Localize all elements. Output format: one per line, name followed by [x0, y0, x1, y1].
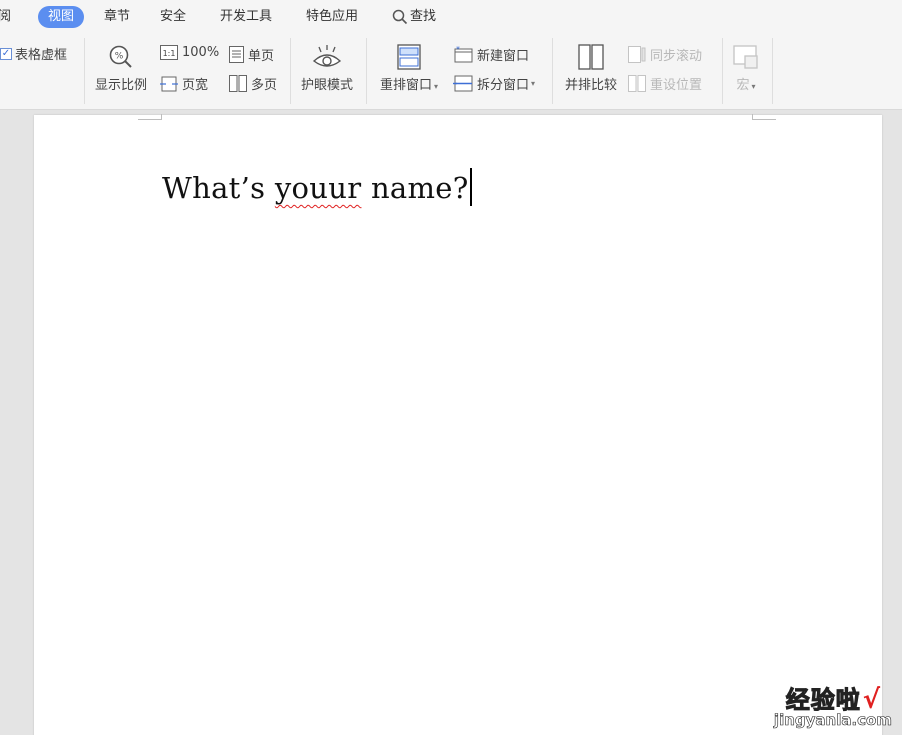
side-by-side-button[interactable]: 并排比较 [560, 44, 622, 93]
sync-scroll-button[interactable]: 同步滚动 [628, 45, 702, 64]
page-width-icon [160, 76, 178, 91]
zoom-100-button[interactable]: 1:1 100% [160, 45, 219, 60]
eye-mode-label: 护眼模式 [300, 78, 353, 93]
margin-corner-mark [752, 114, 776, 120]
watermark-site-text: jingyanla.com [773, 711, 893, 730]
zoom-button[interactable]: % 显示比例 [92, 44, 150, 93]
zoom-label: 显示比例 [94, 78, 147, 93]
document-page[interactable] [34, 115, 882, 735]
multi-page-icon [229, 75, 247, 92]
group-divider [366, 38, 367, 104]
new-window-label: 新建窗口 [477, 49, 530, 64]
zoom-100-label: 100% [182, 45, 220, 60]
split-window-icon [453, 75, 473, 92]
single-page-label: 单页 [248, 49, 275, 64]
table-gridlines-toggle[interactable]: ✓ 表格虚框 [0, 44, 67, 63]
watermark: 经验啦√ jingyanla.com [773, 680, 893, 730]
macro-button[interactable]: 宏 ▾ [728, 44, 764, 93]
sync-scroll-label: 同步滚动 [650, 49, 703, 64]
tab-find[interactable]: 查找 [392, 6, 436, 28]
split-window-button[interactable]: 拆分窗口 ▾ [453, 74, 535, 93]
tab-review[interactable]: 阅 [0, 6, 11, 28]
group-divider [84, 38, 85, 104]
eye-icon [312, 45, 342, 67]
group-divider [552, 38, 553, 104]
multi-page-button[interactable]: 多页 [229, 74, 277, 93]
dropdown-caret-icon[interactable]: ▾ [434, 82, 438, 91]
new-window-button[interactable]: * 新建窗口 [453, 45, 529, 64]
sync-scroll-icon [628, 46, 646, 63]
ribbon: 阅 视图 章节 安全 开发工具 特色应用 查找 ✓ 表格虚框 % 显示比例 1:… [0, 0, 902, 110]
arrange-windows-icon [397, 44, 421, 70]
misspelled-word[interactable]: youur [275, 171, 362, 205]
tab-chapter[interactable]: 章节 [104, 6, 130, 28]
page-width-label: 页宽 [182, 78, 209, 93]
macro-label: 宏 [736, 78, 750, 93]
tab-developer-tools[interactable]: 开发工具 [220, 6, 272, 28]
single-page-icon [229, 46, 244, 63]
group-divider [722, 38, 723, 104]
dropdown-caret-icon[interactable]: ▾ [531, 79, 535, 88]
margin-corner-mark [138, 114, 162, 120]
arrange-windows-label: 重排窗口 [379, 78, 432, 93]
checkbox-checked-icon[interactable]: ✓ [0, 47, 12, 60]
actual-size-icon: 1:1 [160, 45, 178, 60]
text-segment: name? [361, 171, 469, 205]
svg-text:1:1: 1:1 [163, 49, 176, 58]
zoom-magnifier-icon: % [109, 45, 132, 68]
side-by-side-icon [578, 44, 604, 70]
svg-text:%: % [115, 52, 124, 62]
tab-view[interactable]: 视图 [38, 6, 85, 28]
tab-find-label: 查找 [410, 9, 437, 24]
split-window-label: 拆分窗口 [477, 78, 530, 93]
text-cursor [469, 168, 472, 206]
document-text[interactable]: What’s youur name? [162, 168, 472, 206]
tab-special-apps[interactable]: 特色应用 [306, 6, 358, 28]
new-window-icon: * [454, 46, 473, 63]
page-width-button[interactable]: 页宽 [160, 74, 208, 93]
tab-security[interactable]: 安全 [160, 6, 186, 28]
group-divider [772, 38, 773, 104]
reset-position-button[interactable]: 重设位置 [628, 74, 702, 93]
watermark-chinese-text: 经验啦 [785, 686, 861, 715]
table-gridlines-label: 表格虚框 [15, 48, 68, 63]
search-icon [392, 9, 408, 24]
svg-text:*: * [456, 46, 460, 54]
group-divider [290, 38, 291, 104]
reset-position-icon [628, 75, 646, 92]
side-by-side-label: 并排比较 [564, 78, 617, 93]
reset-position-label: 重设位置 [650, 78, 703, 93]
eye-mode-button[interactable]: 护眼模式 [297, 44, 357, 93]
single-page-button[interactable]: 单页 [229, 45, 274, 64]
arrange-windows-button[interactable]: 重排窗口 ▾ [374, 44, 444, 93]
macro-icon [733, 45, 758, 69]
dropdown-caret-icon[interactable]: ▾ [752, 82, 756, 91]
text-segment: What’s [162, 171, 275, 205]
multi-page-label: 多页 [251, 78, 278, 93]
